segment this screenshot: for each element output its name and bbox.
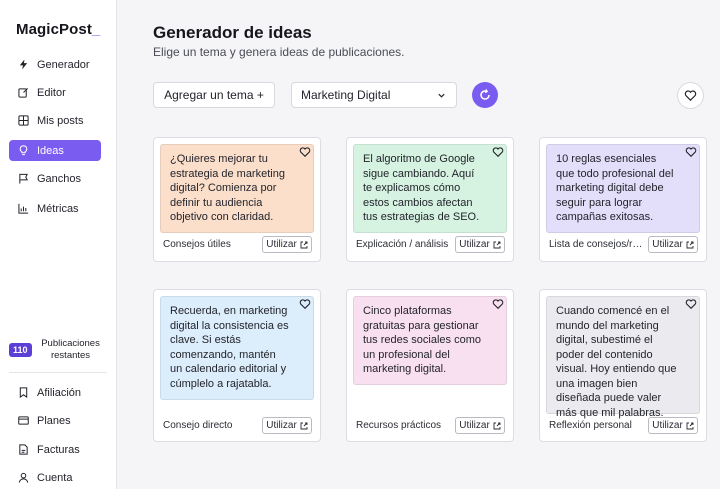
publications-label: Publicaciones restantes — [41, 338, 100, 361]
sidebar-item-label: Ideas — [37, 144, 64, 157]
refresh-icon — [480, 89, 490, 100]
use-button-label: Utilizar — [266, 239, 297, 250]
sidebar-item-label: Planes — [37, 414, 71, 427]
sidebar-item-label: Mis posts — [37, 114, 84, 127]
use-button[interactable]: Utilizar — [262, 417, 312, 434]
idea-category: Consejo directo — [163, 420, 233, 431]
grid-icon — [17, 115, 29, 127]
idea-text: Recuerda, en marketing digital la consis… — [160, 296, 314, 400]
idea-text: Cuando comencé en el mundo del marketing… — [546, 296, 700, 419]
idea-card: Recuerda, en marketing digital la consis… — [153, 289, 321, 442]
sidebar-item-label: Cuenta — [37, 471, 73, 484]
flag-icon — [17, 173, 29, 185]
heart-icon[interactable] — [492, 146, 504, 158]
use-button-label: Utilizar — [266, 420, 297, 431]
idea-category: Lista de consejos/re... — [549, 239, 644, 250]
heart-icon[interactable] — [299, 146, 311, 158]
heart-icon[interactable] — [685, 146, 697, 158]
sidebar-item-label: Editor — [37, 86, 66, 99]
use-button[interactable]: Utilizar — [648, 236, 698, 253]
publications-remaining: 110 Publicaciones restantes — [9, 337, 109, 363]
sidebar: MagicPost_ Generador Editor Mis posts Id… — [0, 0, 117, 489]
topic-select[interactable]: Marketing Digital — [291, 82, 457, 108]
idea-text: El algoritmo de Google sigue cambiando. … — [353, 144, 507, 233]
use-button[interactable]: Utilizar — [455, 236, 505, 253]
use-button-label: Utilizar — [459, 239, 490, 250]
sidebar-item-editor[interactable]: Editor — [9, 82, 101, 103]
sidebar-item-ideas[interactable]: Ideas — [9, 140, 101, 161]
idea-category: Recursos prácticos — [356, 420, 442, 431]
external-link-icon — [300, 241, 308, 248]
idea-category: Reflexión personal — [549, 420, 632, 431]
sidebar-item-afiliacion[interactable]: Afiliación — [9, 382, 101, 403]
sidebar-divider — [9, 372, 107, 373]
refresh-button[interactable] — [472, 82, 498, 108]
idea-text: Cinco plataformas gratuitas para gestion… — [353, 296, 507, 385]
idea-card: ¿Quieres mejorar tu estrategia de market… — [153, 137, 321, 262]
external-link-icon — [686, 422, 694, 429]
idea-text: ¿Quieres mejorar tu estrategia de market… — [160, 144, 314, 233]
card-icon — [17, 415, 29, 427]
idea-category: Consejos útiles — [163, 239, 231, 250]
use-button[interactable]: Utilizar — [648, 417, 698, 434]
use-button[interactable]: Utilizar — [262, 236, 312, 253]
chevron-down-icon — [438, 93, 445, 98]
use-button-label: Utilizar — [652, 420, 683, 431]
sidebar-item-label: Generador — [37, 58, 90, 71]
idea-card: 10 reglas esenciales que todo profesiona… — [539, 137, 707, 262]
chart-icon — [17, 203, 29, 215]
bookmark-icon — [17, 387, 29, 399]
favorites-button[interactable] — [677, 82, 704, 109]
idea-card: Cinco plataformas gratuitas para gestion… — [346, 289, 514, 442]
sidebar-item-label: Métricas — [37, 202, 79, 215]
idea-category: Explicación / análisis — [356, 239, 449, 250]
sidebar-item-label: Facturas — [37, 443, 80, 456]
external-link-icon — [300, 422, 308, 429]
use-button-label: Utilizar — [459, 420, 490, 431]
invoice-icon — [17, 444, 29, 456]
sidebar-item-planes[interactable]: Planes — [9, 410, 101, 431]
sidebar-item-mis-posts[interactable]: Mis posts — [9, 110, 101, 131]
sidebar-item-ganchos[interactable]: Ganchos — [9, 168, 101, 189]
external-link-icon — [493, 241, 501, 248]
topic-select-value: Marketing Digital — [301, 88, 391, 102]
idea-text: 10 reglas esenciales que todo profesiona… — [546, 144, 700, 233]
page-title: Generador de ideas — [153, 23, 312, 42]
heart-icon[interactable] — [492, 298, 504, 310]
app-logo[interactable]: MagicPost_ — [16, 21, 100, 38]
lightbulb-icon — [17, 145, 29, 157]
bolt-icon — [17, 59, 29, 71]
use-button[interactable]: Utilizar — [455, 417, 505, 434]
sidebar-item-facturas[interactable]: Facturas — [9, 439, 101, 460]
heart-icon — [684, 90, 697, 101]
external-link-icon — [493, 422, 501, 429]
heart-icon[interactable] — [685, 298, 697, 310]
publications-count-badge: 110 — [9, 343, 32, 357]
edit-icon — [17, 87, 29, 99]
heart-icon[interactable] — [299, 298, 311, 310]
external-link-icon — [686, 241, 694, 248]
sidebar-item-cuenta[interactable]: Cuenta — [9, 467, 101, 488]
add-topic-button[interactable]: Agregar un tema + — [153, 82, 275, 108]
idea-card: Cuando comencé en el mundo del marketing… — [539, 289, 707, 442]
sidebar-item-label: Afiliación — [37, 386, 82, 399]
sidebar-item-metricas[interactable]: Métricas — [9, 198, 101, 219]
page-subtitle: Elige un tema y genera ideas de publicac… — [153, 45, 405, 59]
use-button-label: Utilizar — [652, 239, 683, 250]
user-icon — [17, 472, 29, 484]
sidebar-item-generador[interactable]: Generador — [9, 54, 101, 75]
idea-card: El algoritmo de Google sigue cambiando. … — [346, 137, 514, 262]
sidebar-item-label: Ganchos — [37, 172, 82, 185]
